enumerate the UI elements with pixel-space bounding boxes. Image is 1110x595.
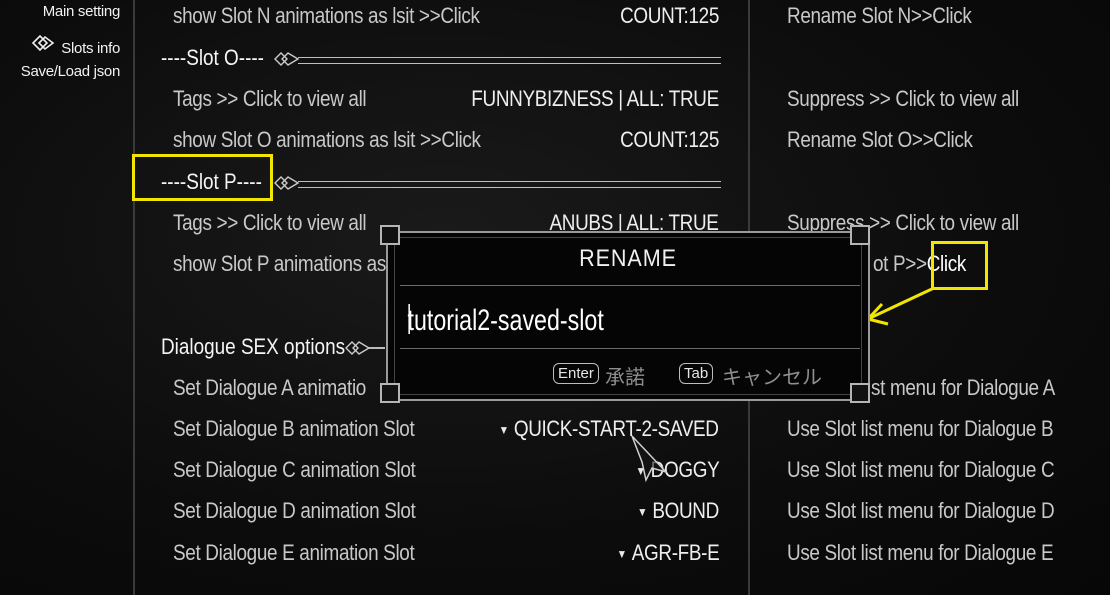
slot-o-count: COUNT:125 [620,127,719,152]
dialog-corner-ornament-icon [850,383,870,403]
dialogue-e-list-menu-option[interactable]: Use Slot list menu for Dialogue E [787,540,1054,566]
sidebar-item-slots-info[interactable]: Slots info [31,33,120,57]
suppress-slot-o-option[interactable]: Suppress >> Click to view all [787,86,1019,112]
column-divider [133,0,135,595]
slot-o-header: ----Slot O---- [161,45,264,70]
annotation-arrow-icon [865,286,935,326]
slot-n-list-option[interactable]: show Slot N animations as lsit >>Click [173,3,480,29]
dialogue-c-slot-option[interactable]: Set Dialogue C animation Slot [173,457,416,483]
dialogue-b-slot-option[interactable]: Set Dialogue B animation Slot [173,416,415,442]
dropdown-caret-icon: ▼ [616,547,627,562]
cancel-button[interactable]: キャンセル [722,361,822,390]
dialogue-e-value-text: AGR-FB-E [631,540,719,565]
sidebar-item-save-load-json[interactable]: Save/Load json [20,63,121,80]
dialogue-e-slot-value[interactable]: ▼ AGR-FB-E [616,540,719,566]
dialogue-a-slot-option[interactable]: Set Dialogue A animatio [173,375,366,401]
rename-dialog: RENAME tutorial2-saved-slot Enter 承諾 Tab… [386,231,870,401]
enter-key-badge[interactable]: Enter [553,363,599,384]
dialogue-d-slot-value[interactable]: ▼ BOUND [637,498,719,524]
mouse-cursor-icon [631,435,669,482]
dialogue-d-slot-option[interactable]: Set Dialogue D animation Slot [173,498,416,524]
accept-button[interactable]: 承諾 [605,361,645,390]
dialog-corner-ornament-icon [380,225,400,245]
sidebar-item-label: Save/Load json [20,63,121,80]
dialogue-b-list-menu-option[interactable]: Use Slot list menu for Dialogue B [787,416,1054,442]
dialogue-d-list-menu-option[interactable]: Use Slot list menu for Dialogue D [787,498,1055,524]
dialogue-d-value-text: BOUND [652,498,719,523]
dialogue-options-header: Dialogue SEX options [161,334,346,359]
rename-input-text: tutorial2-saved-slot [407,304,604,337]
slot-p-highlight-box [132,154,273,201]
header-divider [298,181,721,188]
header-diamond-icon [274,50,300,73]
sidebar-item-label: Slots info [61,40,120,57]
text-caret [408,304,410,334]
dialogue-b-value-text: QUICK-START-2-SAVED [514,416,719,441]
dialogue-c-list-menu-option[interactable]: Use Slot list menu for Dialogue C [787,457,1055,483]
sidebar-item-label: Main setting [42,3,121,20]
dropdown-caret-icon: ▼ [637,505,648,520]
rename-input[interactable]: tutorial2-saved-slot [400,285,860,349]
slot-n-count: COUNT:125 [620,3,719,28]
dialog-corner-ornament-icon [380,383,400,403]
rename-slot-o-option[interactable]: Rename Slot O>>Click [787,127,973,153]
dialogue-e-slot-option[interactable]: Set Dialogue E animation Slot [173,540,415,566]
dialogue-b-slot-value[interactable]: ▼ QUICK-START-2-SAVED [499,416,719,442]
click-highlight-box [931,241,988,290]
dialogue-a-list-menu-option[interactable]: st menu for Dialogue A [871,375,1055,401]
slot-o-tags-option[interactable]: Tags >> Click to view all [173,86,367,112]
rename-slot-n-option[interactable]: Rename Slot N>>Click [787,3,972,29]
dialog-title: RENAME [579,245,677,272]
slot-p-tags-option[interactable]: Tags >> Click to view all [173,210,367,236]
slot-o-tags-value: FUNNYBIZNESS | ALL: TRUE [471,86,719,111]
dialog-corner-ornament-icon [850,225,870,245]
slots-diamond-icon [31,33,55,57]
tab-key-badge[interactable]: Tab [679,363,714,384]
header-diamond-icon [274,174,300,197]
header-divider [298,57,721,64]
sidebar-item-main-setting[interactable]: Main setting [42,3,121,20]
dropdown-caret-icon: ▼ [499,423,510,438]
rename-slot-p-text: ot P>> [873,251,927,276]
sidebar: Main setting Slots info Save/Load json [0,0,130,595]
slot-p-list-option[interactable]: show Slot P animations as [173,251,386,277]
slot-o-list-option[interactable]: show Slot O animations as lsit >>Click [173,127,481,153]
header-diamond-icon [345,339,385,362]
